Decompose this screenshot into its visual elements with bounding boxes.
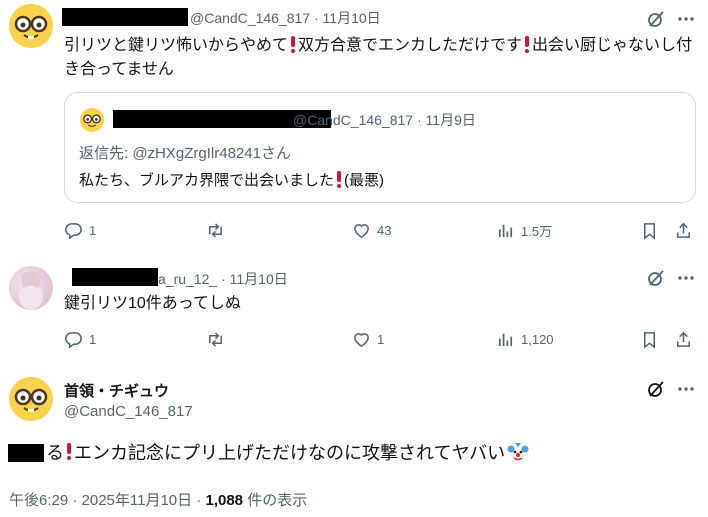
quote-handle: @CandC_146_817: [293, 112, 414, 128]
redacted-name-1: [62, 8, 188, 26]
quote-header: @CandC_146_817 · 11月9日: [293, 112, 476, 128]
exclamation-icon: [291, 36, 296, 53]
views-button-1[interactable]: 1.5万: [496, 219, 552, 241]
more-icon: [678, 17, 694, 21]
grok-icon: [648, 11, 664, 27]
main-author-name[interactable]: 首領・チギュウ: [64, 380, 169, 401]
reply-icon: [65, 222, 82, 240]
profile-photo-icon: [19, 271, 43, 310]
grok-icon: [648, 381, 664, 397]
bookmark-icon: [643, 222, 656, 240]
grok-button-main[interactable]: [645, 378, 667, 400]
view-count: 1,088: [205, 492, 244, 509]
quoted-tweet[interactable]: @CandC_146_817 · 11月9日 返信先: @zHXgZrgIlr4…: [64, 92, 696, 203]
like-count: 43: [377, 222, 392, 238]
nerd-face-icon: [80, 108, 104, 132]
more-button-main[interactable]: [675, 378, 697, 400]
avatar-user-2[interactable]: [9, 266, 53, 310]
avatar-nerd-1[interactable]: [9, 4, 53, 48]
views-count: 1,120: [521, 331, 554, 347]
more-button-1[interactable]: [675, 8, 697, 30]
like-icon: [354, 223, 369, 238]
main-timestamp: 午後6:29 · 2025年11月10日 · 1,088 件の表示: [9, 492, 308, 509]
reply-icon: [65, 331, 82, 349]
reply-button-1[interactable]: 1: [64, 219, 96, 241]
views-count: 1.5万: [521, 223, 553, 239]
exclamation-icon: [337, 171, 342, 188]
reply1-date[interactable]: 11月10日: [323, 10, 381, 26]
reply2-text: 鍵引リツ10件あってしぬ: [64, 295, 241, 312]
more-icon: [678, 387, 694, 391]
main-author-handle[interactable]: @CandC_146_817: [64, 403, 193, 420]
grok-icon: [648, 270, 664, 286]
retweet-button-2[interactable]: [206, 328, 225, 350]
nerd-face-icon: [9, 4, 53, 48]
views-icon: [498, 224, 513, 237]
main-text: るエンカ記念にプリ上げただけなのに攻撃されてヤバい: [46, 440, 529, 470]
redacted-main-text: [8, 444, 44, 462]
reply-count: 1: [89, 331, 97, 347]
reply1-handle[interactable]: @CandC_146_817: [190, 10, 310, 26]
views-icon: [498, 333, 513, 346]
quote-text: 私たち、ブルアカ界隈で出会いました (最悪): [79, 171, 385, 189]
share-button-1[interactable]: [674, 219, 693, 241]
views-button-2[interactable]: 1,120: [496, 328, 554, 350]
nerd-face-icon: [9, 377, 53, 421]
exclamation-icon: [525, 36, 530, 53]
like-button-1[interactable]: 43: [352, 219, 391, 241]
retweet-button-1[interactable]: [206, 219, 225, 241]
reply1-header: @CandC_146_817 · 11月10日: [190, 10, 381, 26]
reply2-header: a_ru_12_ · 11月10日: [158, 271, 288, 287]
reply1-actions: 1 43 1.5万: [64, 219, 698, 241]
clown-face-icon: [507, 441, 529, 470]
reply-button-2[interactable]: 1: [64, 328, 96, 350]
quote-reply-to: 返信先: @zHXgZrgIlr48241さん: [79, 145, 291, 162]
reply2-date[interactable]: 11月10日: [230, 271, 288, 287]
quote-date: 11月9日: [425, 112, 476, 128]
exclamation-icon: [67, 443, 71, 461]
avatar-nerd-main[interactable]: [9, 377, 53, 421]
bookmark-icon: [643, 331, 656, 349]
bookmark-button-2[interactable]: [640, 328, 659, 350]
share-button-2[interactable]: [674, 328, 693, 350]
more-icon: [678, 276, 694, 280]
reply2-handle[interactable]: a_ru_12_: [158, 271, 217, 287]
grok-button-1[interactable]: [645, 8, 667, 30]
grok-button-2[interactable]: [645, 267, 667, 289]
reply1-text: 引リツと鍵リツ怖いからやめて 双方合意でエンカしただけです 出会い厨じゃないし付き合…: [64, 36, 693, 78]
reply2-actions: 1 1 1,120: [64, 328, 698, 350]
reply-count: 1: [89, 222, 97, 238]
quote-avatar: [80, 108, 104, 132]
post-time[interactable]: 午後6:29 · 2025年11月10日 ·: [9, 492, 205, 509]
share-icon: [677, 222, 690, 238]
bookmark-button-1[interactable]: [640, 219, 659, 241]
like-icon: [354, 332, 369, 347]
more-button-2[interactable]: [675, 267, 697, 289]
share-icon: [677, 331, 690, 347]
like-button-2[interactable]: 1: [352, 328, 384, 350]
retweet-icon: [209, 331, 222, 347]
retweet-icon: [209, 222, 222, 238]
like-count: 1: [377, 331, 385, 347]
